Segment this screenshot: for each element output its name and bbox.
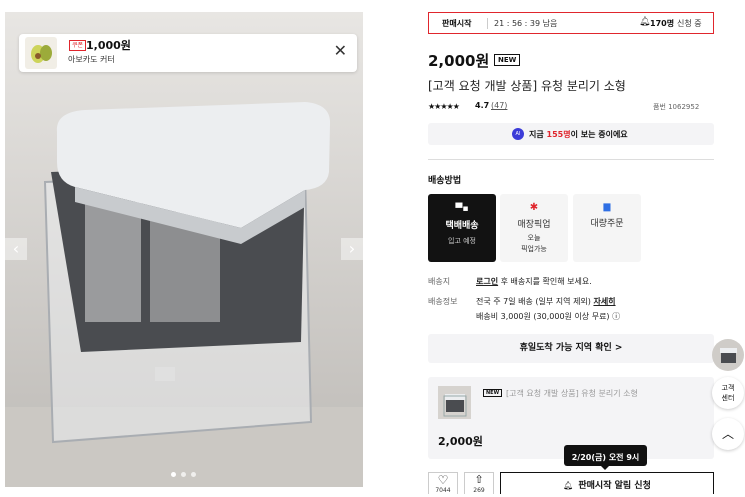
- method-parcel-title: 택배배송: [445, 221, 479, 231]
- product-title: [고객 요청 개발 상품] 유청 분리기 소형: [428, 79, 626, 93]
- method-pickup[interactable]: ✱ 매장픽업 오늘 픽업가능: [500, 194, 568, 262]
- bell-icon: 🔔︎: [563, 481, 574, 490]
- destination-text: 로그인 후 배송지를 확인해 보세요.: [476, 276, 592, 287]
- sale-alert-button[interactable]: 🔔︎ 판매시작 알림 신청: [500, 472, 714, 494]
- shipping-fee-text: 배송비 3,000원 (30,000원 이상 무료): [476, 312, 610, 321]
- carousel-dots: [171, 472, 201, 478]
- sale-alert-label: 판매시작 알림 신청: [578, 481, 651, 491]
- share-button[interactable]: ⇧ 269: [464, 472, 494, 494]
- like-count: 7044: [435, 487, 451, 494]
- method-parcel[interactable]: ▀▪ 택배배송 입고 예정: [428, 194, 496, 262]
- viewers-prefix: 지금: [529, 130, 547, 139]
- timer-divider: [487, 18, 488, 29]
- chevron-up-icon: ︿: [721, 427, 734, 441]
- scroll-top-button[interactable]: ︿: [712, 418, 744, 450]
- coupon-badge: 쿠폰: [69, 40, 87, 51]
- option-thumbnail: [438, 386, 471, 419]
- viewers-count: 155명: [546, 130, 571, 139]
- pin-icon: ✱: [529, 202, 539, 213]
- method-bulk-title: 대량주문: [590, 219, 624, 229]
- coupon-price: 1,000원: [86, 39, 131, 52]
- coupon-toast[interactable]: 쿠폰 1,000원 아보카도 커터 ✕: [19, 34, 357, 72]
- next-image-button[interactable]: ›: [341, 238, 363, 260]
- destination-label: 배송지: [428, 277, 451, 286]
- avocado-thumbnail: [25, 37, 57, 69]
- sale-timer-banner: 판매시작 21 : 56 : 39 남음 🔔︎ 170명 신청 중: [428, 12, 714, 34]
- viewers-banner: AI 지금 155명이 보는 중이에요: [428, 123, 714, 145]
- prev-image-button[interactable]: ‹: [5, 238, 27, 260]
- share-icon: ⇧: [474, 473, 484, 486]
- product-number[interactable]: 품번 1062952: [653, 102, 699, 112]
- truck-icon: ▀▪: [455, 204, 469, 214]
- whey-separator-image: [5, 12, 363, 487]
- like-button[interactable]: ♡ 7044: [428, 472, 458, 494]
- method-bulk[interactable]: ▆ 대량주문: [573, 194, 641, 262]
- method-parcel-sub: 입고 예정: [448, 237, 476, 245]
- ai-icon: AI: [512, 128, 524, 140]
- product-photo: 쿠폰 1,000원 아보카도 커터 ✕ ‹ ›: [5, 12, 363, 487]
- shipping-info: 전국 주 7일 배송 (일부 지역 제외) 자세히: [476, 296, 616, 307]
- recent-view-thumbnail[interactable]: [712, 339, 744, 371]
- tooltip-arrow: [601, 466, 609, 470]
- heart-icon: ♡: [437, 473, 449, 487]
- recent-product-icon: [720, 348, 737, 363]
- login-link[interactable]: 로그인: [476, 277, 498, 286]
- carousel-dot[interactable]: [181, 472, 186, 477]
- rating-value: 4.7: [475, 101, 490, 110]
- details-link[interactable]: 자세히: [593, 297, 615, 306]
- option-new-badge: NEW: [483, 389, 503, 397]
- product-price: 2,000원: [428, 52, 490, 70]
- share-count: 269: [473, 487, 485, 494]
- coupon-product-name: 아보카도 커터: [68, 55, 115, 64]
- divider: [428, 159, 714, 160]
- shipping-info-text: 전국 주 7일 배송 (일부 지역 제외): [476, 297, 594, 306]
- holiday-check-button[interactable]: 휴일도착 가능 지역 확인 >: [428, 334, 714, 363]
- applicant-count: 170명: [650, 19, 675, 28]
- rating-stars: ★★★★★: [428, 102, 460, 111]
- timer-label: 판매시작: [442, 19, 472, 28]
- method-pickup-sub: 오늘 픽업가능: [521, 234, 547, 253]
- close-icon[interactable]: ✕: [334, 41, 347, 60]
- carousel-dot[interactable]: [191, 472, 196, 477]
- shipping-info-label: 배송정보: [428, 297, 458, 306]
- viewers-suffix: 이 보는 중이에요: [570, 130, 628, 139]
- shipping-fee: 배송비 3,000원 (30,000원 이상 무료) ⓘ: [476, 311, 620, 322]
- bell-icon: 🔔︎: [639, 17, 651, 27]
- method-pickup-title: 매장픽업: [517, 220, 551, 230]
- destination-hint: 후 배송지를 확인해 보세요.: [498, 277, 592, 286]
- carousel-dot[interactable]: [171, 472, 176, 477]
- holiday-check-label: 휴일도착 가능 지역 확인 >: [519, 343, 623, 353]
- shipping-heading: 배송방법: [428, 176, 462, 186]
- applicant-suffix: 신청 중: [677, 19, 702, 28]
- box-icon: ▆: [603, 202, 611, 212]
- sale-time-tooltip: 2/20(금) 오전 9시: [564, 445, 647, 470]
- option-title: [고객 요청 개발 상품] 유청 분리기 소형: [506, 389, 638, 398]
- viewers-text: 지금 155명이 보는 중이에요: [529, 129, 628, 140]
- option-price: 2,000원: [438, 435, 483, 448]
- new-badge: NEW: [494, 54, 521, 66]
- info-icon[interactable]: ⓘ: [612, 312, 620, 321]
- timer-countdown: 21 : 56 : 39 남음: [494, 19, 558, 28]
- customer-center-button[interactable]: 고객 센터: [712, 377, 744, 409]
- review-count-link[interactable]: (47): [491, 101, 507, 110]
- tooltip-text: 2/20(금) 오전 9시: [571, 453, 640, 462]
- option-thumbnail-icon: [443, 394, 467, 417]
- avocado-icon: [31, 45, 52, 63]
